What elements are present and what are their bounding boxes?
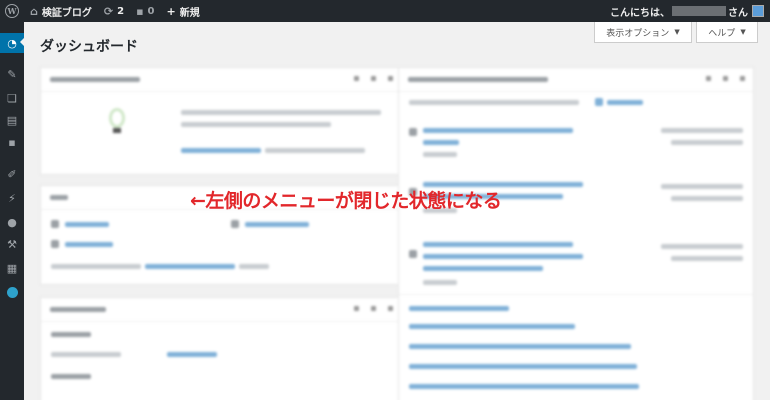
wordpress-logo-icon: W bbox=[5, 4, 19, 18]
avatar bbox=[752, 5, 764, 17]
users-icon[interactable]: ● bbox=[0, 212, 24, 232]
screen-options-button[interactable]: 表示オプション ▼ bbox=[594, 22, 692, 43]
greeting-suffix: さん bbox=[728, 7, 748, 19]
page-title: ダッシュボード bbox=[40, 39, 138, 55]
site-name-link[interactable]: ⌂ 検証ブログ bbox=[24, 0, 98, 22]
appearance-icon[interactable]: ✐ bbox=[0, 164, 24, 184]
comments-count: 0 bbox=[147, 5, 155, 17]
widget-activity bbox=[40, 297, 402, 400]
pages-icon[interactable]: ▤ bbox=[0, 110, 24, 130]
play-icon[interactable] bbox=[0, 282, 24, 302]
caret-down-icon: ▼ bbox=[740, 28, 746, 36]
wordpress-menu[interactable]: W bbox=[0, 0, 24, 22]
updates-icon: ⟳ bbox=[103, 4, 114, 18]
annotation-text: ←左側のメニューが閉じた状態になる bbox=[190, 190, 502, 212]
comments-link[interactable]: ▪ 0 bbox=[130, 0, 160, 22]
caret-down-icon: ▼ bbox=[674, 28, 680, 36]
dashboard-widgets-blurred bbox=[24, 58, 770, 400]
widget-site-health bbox=[40, 67, 402, 175]
tools-icon[interactable]: ⚒ bbox=[0, 234, 24, 254]
admin-sidebar-collapsed: ◔ ✎ ❏ ▤ ▪ ✐ ⚡ ● ⚒ ▦ bbox=[0, 22, 25, 400]
help-button[interactable]: ヘルプ ▼ bbox=[696, 22, 758, 43]
media-icon[interactable]: ❏ bbox=[0, 88, 24, 108]
pin-icon[interactable]: ✎ bbox=[0, 64, 24, 84]
active-menu-arrow bbox=[20, 37, 25, 47]
site-name: 検証ブログ bbox=[41, 7, 92, 19]
comment-bubble-icon: ▪ bbox=[136, 4, 144, 18]
screen-options-label: 表示オプション bbox=[606, 28, 670, 39]
updates-link[interactable]: ⟳ 2 bbox=[98, 0, 130, 22]
comments-icon[interactable]: ▪ bbox=[0, 132, 24, 152]
widget-wordpress-events-news bbox=[398, 67, 754, 400]
new-label: 新規 bbox=[179, 7, 200, 19]
admin-bar: W ⌂ 検証ブログ ⟳ 2 ▪ 0 + 新規 こんにちは、 さん bbox=[0, 0, 770, 22]
home-icon: ⌂ bbox=[30, 4, 38, 18]
plus-icon: + bbox=[166, 4, 176, 18]
new-content-link[interactable]: + 新規 bbox=[161, 0, 206, 22]
updates-count: 2 bbox=[117, 5, 125, 17]
settings-icon[interactable]: ▦ bbox=[0, 258, 24, 278]
my-account[interactable]: こんにちは、 さん bbox=[610, 0, 770, 22]
help-label: ヘルプ bbox=[708, 28, 736, 39]
greeting-prefix: こんにちは、 bbox=[610, 7, 670, 19]
redacted-username bbox=[672, 6, 726, 16]
plugins-icon[interactable]: ⚡ bbox=[0, 188, 24, 208]
